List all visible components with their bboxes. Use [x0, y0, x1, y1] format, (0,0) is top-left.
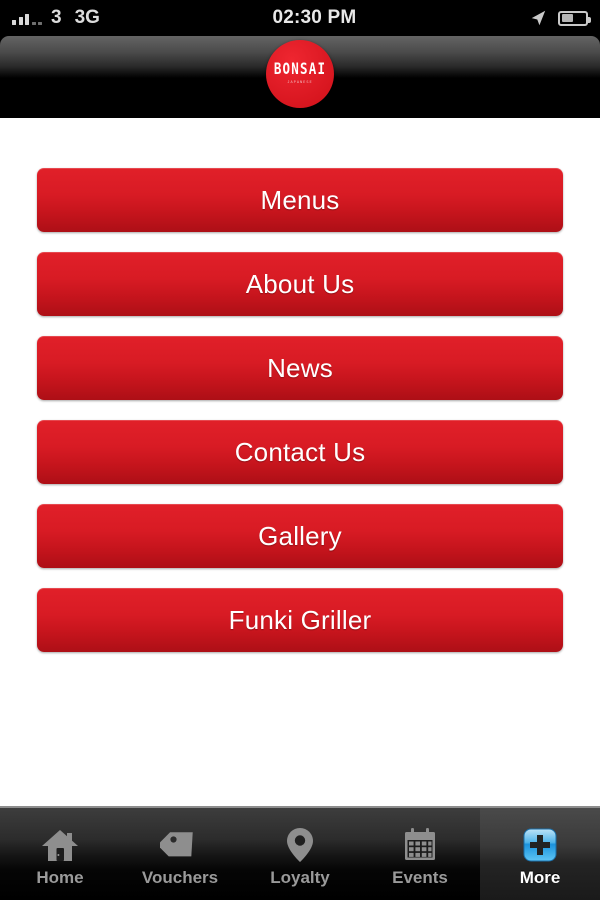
menu-button-about-us[interactable]: About Us [37, 252, 563, 316]
menu-button-label: Funki Griller [228, 604, 372, 635]
network-type-label: 3G [74, 7, 100, 28]
status-bar-left: 3 3G [12, 7, 100, 29]
menu-button-gallery[interactable]: Gallery [37, 504, 563, 568]
tab-vouchers[interactable]: Vouchers [120, 808, 240, 900]
calendar-icon [400, 825, 440, 865]
tab-loyalty[interactable]: Loyalty [240, 808, 360, 900]
menu-button-label: About Us [245, 268, 355, 299]
menu-button-contact-us[interactable]: Contact Us [37, 420, 563, 484]
bonsai-logo[interactable]: BONSAI JAPANESE [266, 40, 334, 108]
status-bar-right [529, 9, 591, 27]
carrier-label: 3 [51, 7, 62, 28]
house-icon [40, 825, 80, 865]
menu-button-label: Gallery [258, 520, 342, 551]
menu-button-news[interactable]: News [37, 336, 563, 400]
tab-more[interactable]: More [480, 808, 600, 900]
tab-label: Events [392, 867, 448, 887]
menu-button-label: Contact Us [234, 436, 366, 467]
signal-bars-icon [12, 11, 42, 25]
bottom-tab-bar: Home Vouchers Loyalty Events More [0, 806, 600, 900]
logo-subtext: JAPANESE [287, 79, 313, 84]
tab-home[interactable]: Home [0, 808, 120, 900]
tab-label: Home [36, 867, 84, 887]
tab-label: Loyalty [270, 867, 330, 887]
menu-button-label: News [267, 352, 333, 383]
app-header: BONSAI JAPANESE [0, 36, 600, 118]
location-arrow-icon [531, 10, 546, 26]
menu-button-funki-griller[interactable]: Funki Griller [37, 588, 563, 652]
map-pin-icon [280, 825, 320, 865]
status-bar: 3 3G 02:30 PM [0, 0, 600, 36]
battery-icon [558, 10, 591, 26]
tab-label: Vouchers [141, 867, 219, 887]
tag-icon [160, 825, 200, 865]
tab-label: More [519, 867, 561, 887]
clock-label: 02:30 PM [272, 7, 357, 28]
menu-button-label: Menus [260, 184, 340, 215]
tab-events[interactable]: Events [360, 808, 480, 900]
plus-square-icon [520, 825, 560, 865]
logo-wordmark: BONSAI [273, 59, 327, 79]
mobile-app-screen: 3 3G 02:30 PM BONSAI JAPANESE Menus Abou… [0, 0, 600, 900]
menu-button-menus[interactable]: Menus [37, 168, 563, 232]
menu-list: Menus About Us News Contact Us Gallery F… [0, 118, 600, 806]
